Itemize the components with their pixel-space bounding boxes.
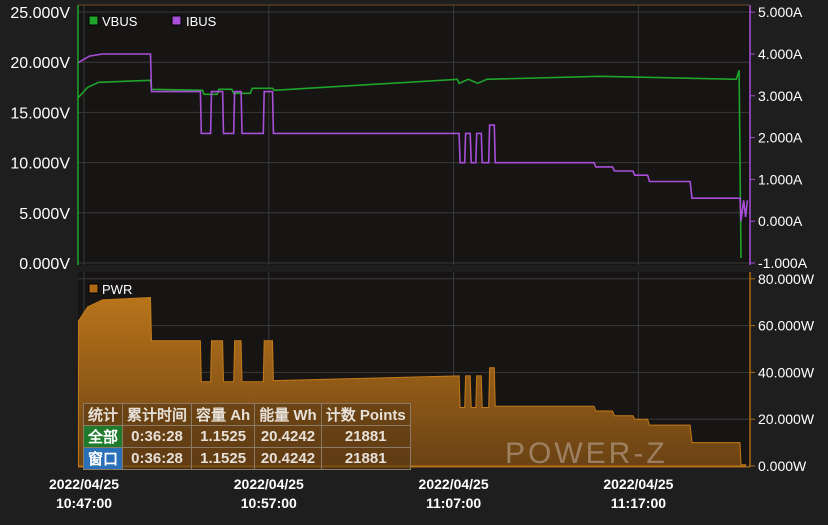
stats-time: 0:36:28 <box>122 425 193 448</box>
y-tick-label-right: 80.000W <box>758 271 815 287</box>
x-tick-date: 2022/04/25 <box>419 476 489 492</box>
stats-header: 累计时间 <box>122 403 193 426</box>
x-tick-time: 10:57:00 <box>241 495 297 511</box>
stats-row-all: 全部 0:36:28 1.1525 20.4242 21881 <box>82 425 411 448</box>
y-tick-label-right: 2.000A <box>758 130 803 146</box>
stats-table: 统计 累计时间 容量 Ah 能量 Wh 计数 Points 全部 0:36:28… <box>82 403 411 470</box>
stats-header-row: 统计 累计时间 容量 Ah 能量 Wh 计数 Points <box>82 403 411 426</box>
y-tick-label-left: 15.000V <box>10 105 70 122</box>
stats-ah: 1.1525 <box>191 425 256 448</box>
stats-points: 21881 <box>320 447 411 470</box>
x-tick-time: 11:17:00 <box>611 495 666 511</box>
y-tick-label-left: 0.000V <box>19 256 70 273</box>
y-tick-label-right: 40.000W <box>758 364 815 380</box>
legend-label-pwr: PWR <box>102 282 132 297</box>
y-tick-label-right: 5.000A <box>758 4 803 20</box>
stats-row-window: 窗口 0:36:28 1.1525 20.4242 21881 <box>82 447 411 470</box>
legend-swatch-vbus <box>88 15 99 26</box>
y-tick-label-right: 0.000W <box>758 458 807 474</box>
x-tick-time: 10:47:00 <box>56 495 112 511</box>
power-chart-view: 2022/04/25 10:47:00 2022/04/25 10:57:00 2022… <box>0 0 828 520</box>
legend-swatch-ibus <box>171 15 182 26</box>
y-tick-label-right: 0.000A <box>758 213 803 229</box>
x-tick-time: 11:07:00 <box>426 495 481 511</box>
x-tick-date: 2022/04/25 <box>234 476 304 492</box>
stats-header: 容量 Ah <box>191 403 256 426</box>
x-tick-date: 2022/04/25 <box>603 476 673 492</box>
y-tick-label-left: 10.000V <box>10 156 70 173</box>
stats-time: 0:36:28 <box>122 447 193 470</box>
legend-label-vbus: VBUS <box>102 14 138 29</box>
x-tick-date: 2022/04/25 <box>49 476 119 492</box>
stats-wh: 20.4242 <box>254 425 322 448</box>
stats-points: 21881 <box>320 425 411 448</box>
stats-header: 计数 Points <box>320 403 411 426</box>
stats-ah: 1.1525 <box>191 447 256 470</box>
y-tick-label-right: 1.000A <box>758 171 803 187</box>
y-tick-label-right: 4.000A <box>758 46 803 62</box>
y-tick-label-right: -1.000A <box>758 255 808 271</box>
stats-header: 统计 <box>82 403 124 426</box>
stats-wh: 20.4242 <box>254 447 322 470</box>
stats-header: 能量 Wh <box>254 403 322 426</box>
watermark-logo: POWER-Z <box>505 437 668 470</box>
y-tick-label-left: 20.000V <box>10 55 70 72</box>
plot-area-top <box>78 5 750 265</box>
y-tick-label-left: 5.000V <box>19 206 70 223</box>
stats-row-label[interactable]: 全部 <box>82 425 124 448</box>
y-tick-label-right: 3.000A <box>758 88 803 104</box>
y-tick-label-right: 60.000W <box>758 318 815 334</box>
y-tick-label-left: 25.000V <box>10 5 70 22</box>
legend-swatch-pwr <box>88 283 99 294</box>
legend-label-ibus: IBUS <box>186 14 217 29</box>
stats-row-label[interactable]: 窗口 <box>82 447 124 470</box>
y-tick-label-right: 20.000W <box>758 411 815 427</box>
